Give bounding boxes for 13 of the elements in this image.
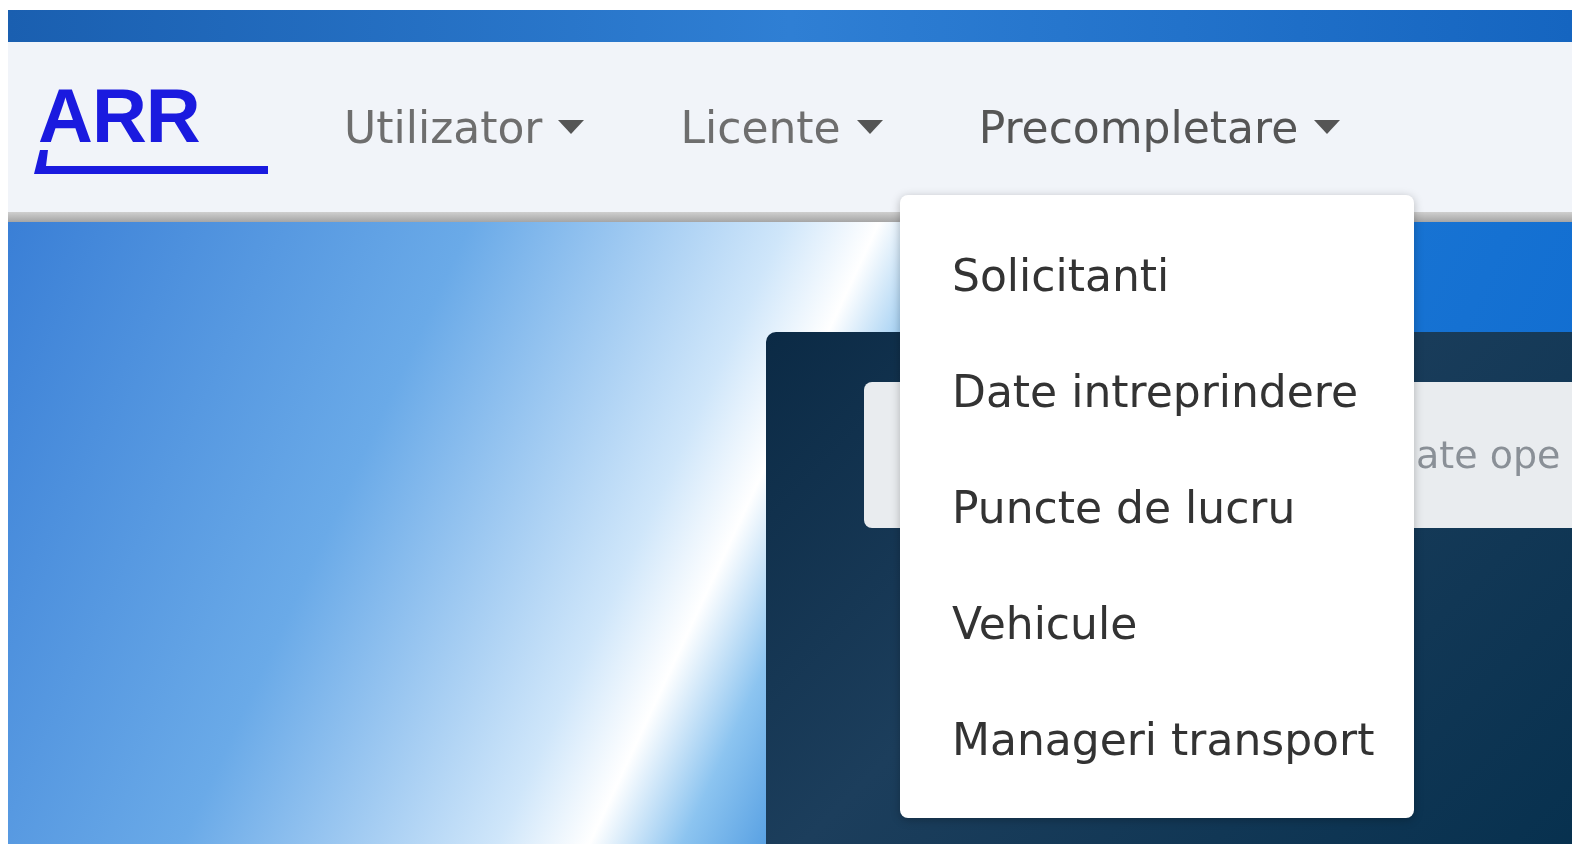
menu-item[interactable]: Puncte de lucru — [900, 449, 1414, 565]
menu-item[interactable]: Manageri transport — [900, 681, 1414, 797]
logo-text[interactable]: ARR — [34, 84, 200, 148]
nav-menu[interactable]: Precompletare — [978, 101, 1341, 153]
nav-menu[interactable]: Licente — [680, 101, 883, 153]
menu-item[interactable]: Solicitanti — [900, 217, 1414, 333]
caret-icon — [558, 120, 585, 134]
logo-swoosh-icon — [34, 148, 270, 176]
caret-icon — [1314, 120, 1341, 134]
menu-item[interactable]: Date intreprindere — [900, 333, 1414, 449]
nav-menu[interactable]: Utilizator — [344, 101, 585, 153]
menu-item[interactable]: Vehicule — [900, 565, 1414, 681]
caret-icon — [856, 120, 883, 134]
